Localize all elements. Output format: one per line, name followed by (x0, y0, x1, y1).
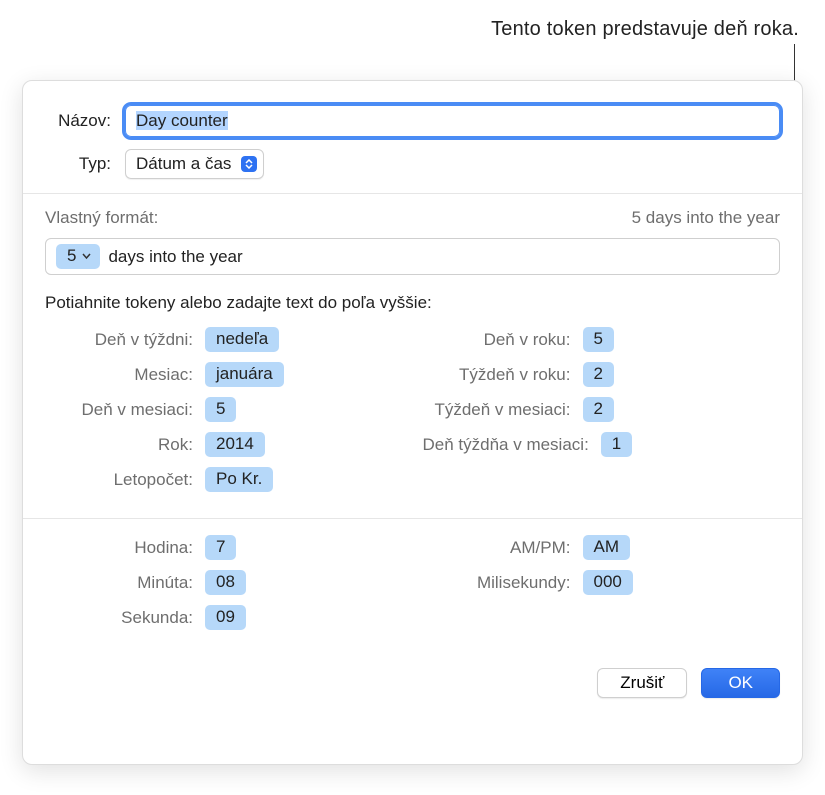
drag-hint: Potiahnite tokeny alebo zadajte text do … (45, 293, 780, 313)
format-preview: 5 days into the year (632, 208, 780, 228)
token-label: Hodina: (45, 538, 205, 558)
token-label: Letopočet: (45, 470, 205, 490)
token-label: Týždeň v roku: (423, 365, 583, 385)
token-row: Deň v roku:5 (423, 327, 781, 352)
draggable-token[interactable]: 09 (205, 605, 246, 630)
token-row: Deň v týždni:nedeľa (45, 327, 403, 352)
name-label: Názov: (45, 111, 125, 131)
token-label: Týždeň v mesiaci: (423, 400, 583, 420)
token-row: Deň v mesiaci:5 (45, 397, 403, 422)
format-suffix-text: days into the year (108, 247, 242, 267)
type-label: Typ: (45, 154, 125, 174)
token-label: Rok: (45, 435, 205, 455)
format-field[interactable]: 5 days into the year (45, 238, 780, 275)
draggable-token[interactable]: januára (205, 362, 284, 387)
token-label: Milisekundy: (423, 573, 583, 593)
type-select-value: Dátum a čas (136, 154, 231, 174)
token-label: Deň v týždni: (45, 330, 205, 350)
token-row: Týždeň v roku:2 (423, 362, 781, 387)
draggable-token[interactable]: 2014 (205, 432, 265, 457)
draggable-token[interactable]: 08 (205, 570, 246, 595)
draggable-token[interactable]: 7 (205, 535, 236, 560)
token-row: Rok:2014 (45, 432, 403, 457)
draggable-token[interactable]: Po Kr. (205, 467, 273, 492)
name-field-value: Day counter (136, 111, 228, 130)
name-field[interactable]: Day counter (125, 105, 780, 137)
token-label: Deň týždňa v mesiaci: (423, 435, 601, 455)
token-row: Deň týždňa v mesiaci:1 (423, 432, 781, 457)
chevron-down-icon (82, 253, 91, 260)
custom-format-label: Vlastný formát: (45, 208, 158, 228)
draggable-token[interactable]: 2 (583, 362, 614, 387)
token-row: Letopočet:Po Kr. (45, 467, 403, 492)
draggable-token[interactable]: 1 (601, 432, 632, 457)
custom-format-dialog: Názov: Day counter Typ: Dátum a čas Vlas… (22, 80, 803, 765)
token-row: Minúta:08 (45, 570, 403, 595)
token-label: Minúta: (45, 573, 205, 593)
token-row: Milisekundy:000 (423, 570, 781, 595)
type-select[interactable]: Dátum a čas (125, 149, 264, 179)
format-token-day-of-year[interactable]: 5 (56, 244, 100, 269)
draggable-token[interactable]: nedeľa (205, 327, 279, 352)
draggable-token[interactable]: 5 (205, 397, 236, 422)
token-label: Deň v mesiaci: (45, 400, 205, 420)
draggable-token[interactable]: 5 (583, 327, 614, 352)
draggable-token[interactable]: 000 (583, 570, 633, 595)
draggable-token[interactable]: AM (583, 535, 631, 560)
token-row: Mesiac:januára (45, 362, 403, 387)
ok-button[interactable]: OK (701, 668, 780, 698)
token-row: Týždeň v mesiaci:2 (423, 397, 781, 422)
draggable-token[interactable]: 2 (583, 397, 614, 422)
select-arrows-icon (241, 156, 257, 172)
callout-text: Tento token predstavuje deň roka. (491, 18, 799, 41)
token-label: Sekunda: (45, 608, 205, 628)
token-label: Mesiac: (45, 365, 205, 385)
cancel-button[interactable]: Zrušiť (597, 668, 687, 698)
token-row: Hodina:7 (45, 535, 403, 560)
token-row: Sekunda:09 (45, 605, 403, 630)
token-label: AM/PM: (423, 538, 583, 558)
token-label: Deň v roku: (423, 330, 583, 350)
token-value: 5 (67, 246, 76, 266)
token-row: AM/PM:AM (423, 535, 781, 560)
